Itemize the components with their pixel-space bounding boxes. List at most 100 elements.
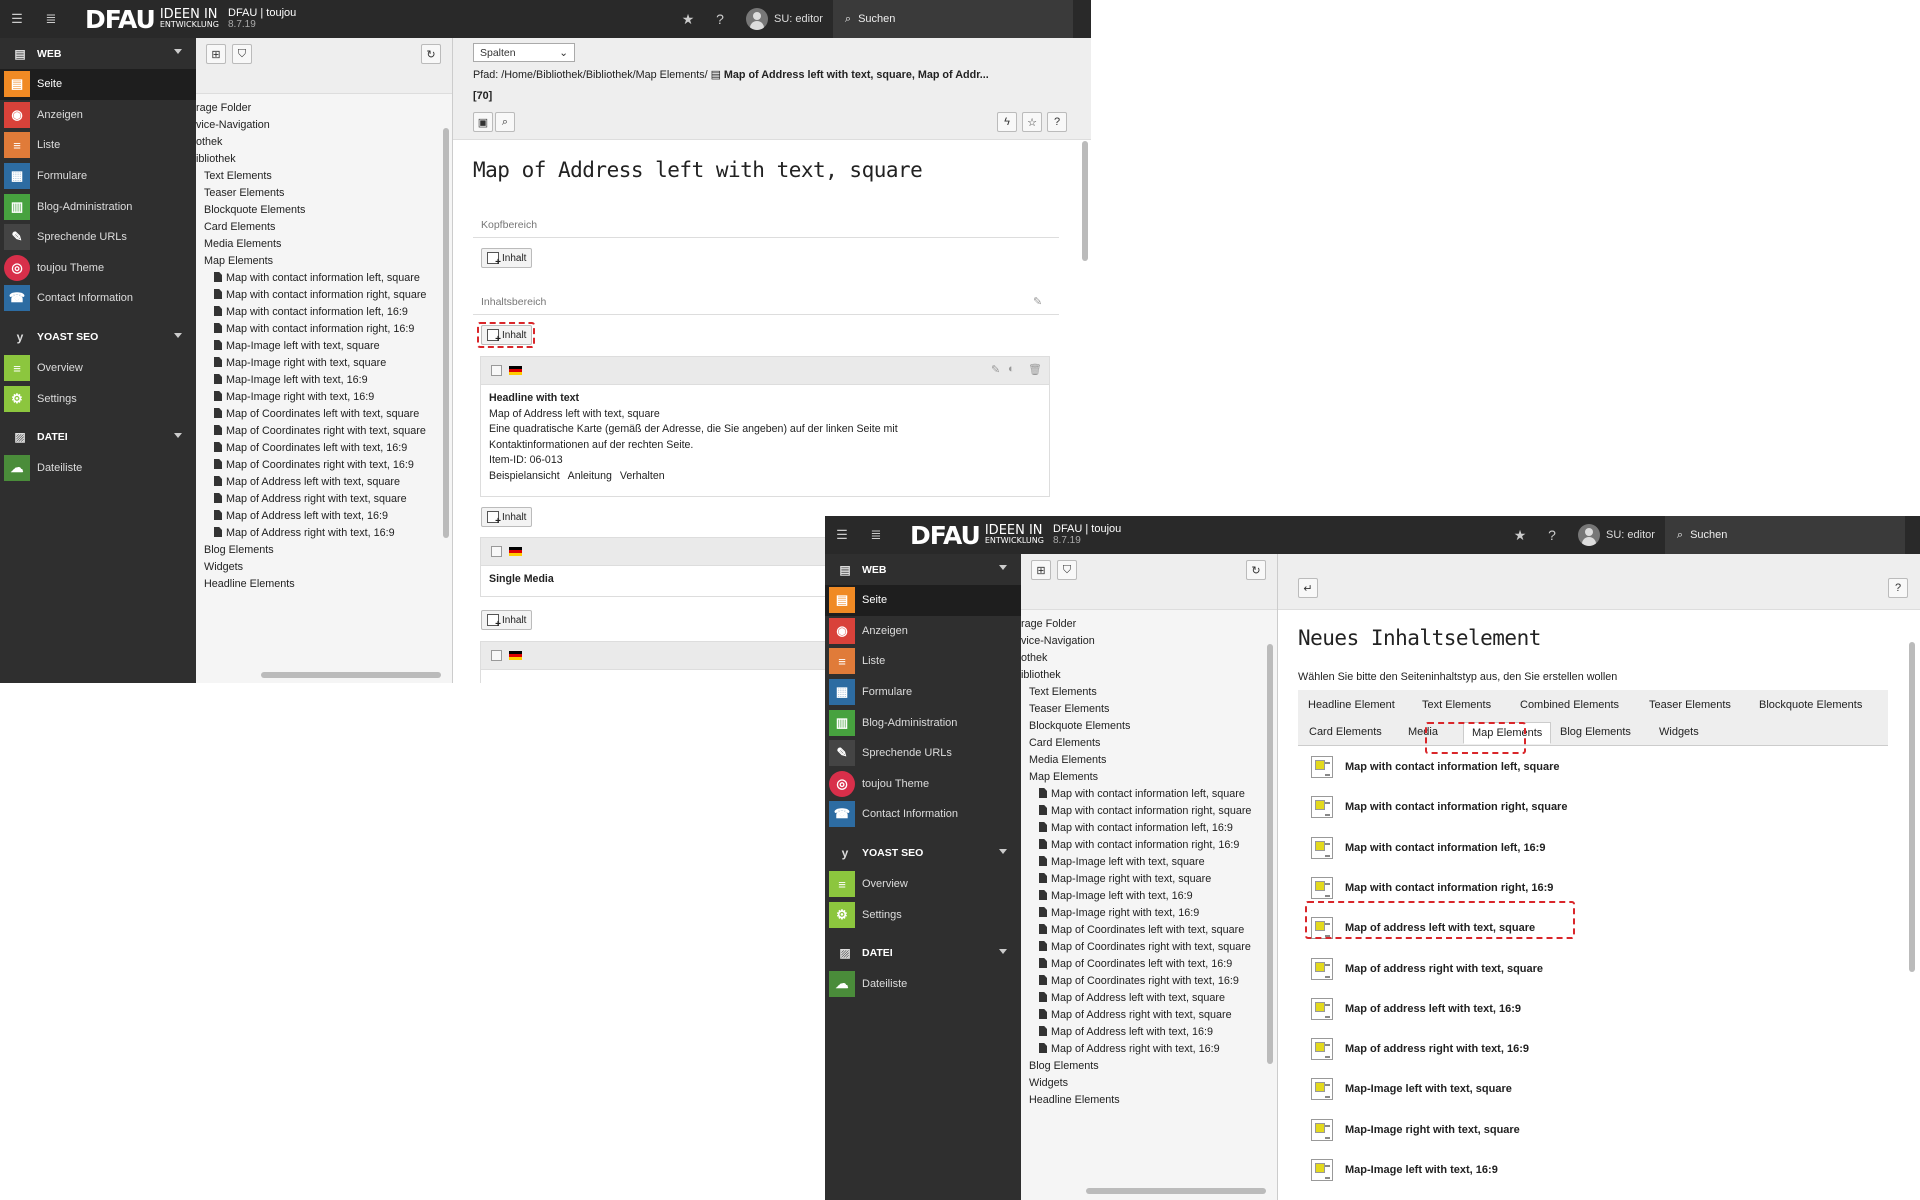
- tree-node[interactable]: Map-Image left with text, 16:9: [1021, 888, 1277, 905]
- module-theme[interactable]: ◎ toujou Theme: [0, 253, 196, 284]
- module-seite[interactable]: ▤ Seite: [825, 585, 1021, 616]
- tree-node[interactable]: Map Elements: [1021, 769, 1277, 786]
- tree-node[interactable]: Blog Elements: [1021, 1058, 1277, 1075]
- group-datei[interactable]: ▨ DATEI: [0, 422, 196, 453]
- tree-node[interactable]: Text Elements: [1021, 684, 1277, 701]
- tree-node[interactable]: Widgets: [196, 559, 452, 576]
- module-blog[interactable]: ▥ Blog-Administration: [0, 191, 196, 222]
- toggle-icon[interactable]: ◐: [1008, 363, 1015, 375]
- tab-card-elements[interactable]: Card Elements: [1309, 726, 1382, 738]
- module-contact[interactable]: ☎ Contact Information: [825, 799, 1021, 830]
- group-web[interactable]: ▤ WEB: [825, 554, 1021, 585]
- new-page-icon[interactable]: ⊞: [1031, 560, 1051, 580]
- tree-node[interactable]: Map-Image right with text, square: [1021, 871, 1277, 888]
- delete-icon[interactable]: 🗑: [1028, 363, 1042, 376]
- search-button[interactable]: ⌕ Suchen: [1664, 516, 1905, 554]
- tree-node[interactable]: Map of Coordinates left with text, 16:9: [196, 440, 452, 457]
- select-checkbox[interactable]: [491, 546, 502, 557]
- tree-hscrollbar[interactable]: [1086, 1188, 1266, 1194]
- tree-node[interactable]: Map with contact information left, squar…: [196, 270, 452, 287]
- content-type-item[interactable]: Map-Image left with text, 16:9: [1311, 1156, 1498, 1184]
- module-dateiliste[interactable]: ☁ Dateiliste: [825, 969, 1021, 1000]
- module-formulare[interactable]: ▦ Formulare: [825, 677, 1021, 708]
- tree-node[interactable]: Map with contact information right, squa…: [196, 287, 452, 304]
- tree-node[interactable]: Map of Coordinates right with text, 16:9: [196, 457, 452, 474]
- tree-node[interactable]: Map-Image left with text, square: [1021, 854, 1277, 871]
- select-checkbox[interactable]: [491, 650, 502, 661]
- module-formulare[interactable]: ▦ Formulare: [0, 161, 196, 192]
- content-scrollbar[interactable]: [1909, 642, 1915, 972]
- tree-node[interactable]: Map-Image right with text, 16:9: [196, 389, 452, 406]
- logo[interactable]: DFAU IDEEN IN ENTWICKLUNG: [910, 521, 1044, 550]
- tree-node[interactable]: ibliothek: [1021, 667, 1277, 684]
- tree-node[interactable]: Map with contact information left, 16:9: [196, 304, 452, 321]
- columns-select[interactable]: Spalten ⌄: [473, 43, 575, 62]
- tree-node[interactable]: othek: [196, 134, 452, 151]
- tree-node[interactable]: Map with contact information right, squa…: [1021, 803, 1277, 820]
- edit-column-icon[interactable]: ✎: [1033, 295, 1042, 308]
- tree-node[interactable]: vice-Navigation: [196, 117, 452, 134]
- tree-node[interactable]: Blog Elements: [196, 542, 452, 559]
- module-overview[interactable]: ≡ Overview: [0, 353, 196, 384]
- tree-node[interactable]: Card Elements: [196, 219, 452, 236]
- tab-headline-element[interactable]: Headline Element: [1308, 699, 1395, 711]
- tree-node[interactable]: Map of Address right with text, 16:9: [1021, 1041, 1277, 1058]
- module-anzeigen[interactable]: ◉ Anzeigen: [825, 616, 1021, 647]
- content-type-item[interactable]: Map of address right with text, square: [1311, 955, 1543, 983]
- select-checkbox[interactable]: [491, 365, 502, 376]
- help-icon[interactable]: ?: [1888, 578, 1908, 598]
- tree-toggle-icon[interactable]: ≣: [34, 0, 68, 38]
- menu-toggle-icon[interactable]: ☰: [0, 0, 34, 38]
- tree-node[interactable]: Widgets: [1021, 1075, 1277, 1092]
- module-contact[interactable]: ☎ Contact Information: [0, 283, 196, 314]
- tree-node[interactable]: Map of Address left with text, square: [196, 474, 452, 491]
- logo[interactable]: DFAU IDEEN IN ENTWICKLUNG: [85, 5, 219, 34]
- lightning-icon[interactable]: ϟ: [997, 112, 1017, 132]
- tree-node[interactable]: Headline Elements: [196, 576, 452, 593]
- tab-teaser-elements[interactable]: Teaser Elements: [1649, 699, 1731, 711]
- new-page-icon[interactable]: ⊞: [206, 44, 226, 64]
- tree-node[interactable]: Map of Address left with text, 16:9: [1021, 1024, 1277, 1041]
- tree-toggle-icon[interactable]: ≣: [859, 516, 893, 554]
- tree-node[interactable]: Headline Elements: [1021, 1092, 1277, 1109]
- module-settings[interactable]: ⚙ Settings: [0, 383, 196, 414]
- tree-node[interactable]: Map-Image right with text, 16:9: [1021, 905, 1277, 922]
- link-beispiel[interactable]: Beispielansicht: [489, 470, 560, 482]
- tree-node[interactable]: Map of Address right with text, square: [1021, 1007, 1277, 1024]
- search-icon[interactable]: ⌕: [495, 112, 515, 132]
- tree-node[interactable]: vice-Navigation: [1021, 633, 1277, 650]
- tree-node[interactable]: ibliothek: [196, 151, 452, 168]
- content-type-item[interactable]: Map of address left with text, 16:9: [1311, 995, 1521, 1023]
- module-settings[interactable]: ⚙ Settings: [825, 899, 1021, 930]
- edit-icon[interactable]: ✎: [991, 363, 1000, 376]
- link-anleitung[interactable]: Anleitung: [568, 470, 612, 482]
- user-menu[interactable]: SU: editor: [1568, 516, 1665, 554]
- tree-node[interactable]: Map with contact information right, 16:9: [196, 321, 452, 338]
- bookmark-star-icon[interactable]: ★: [672, 11, 704, 28]
- module-theme[interactable]: ◎ toujou Theme: [825, 769, 1021, 800]
- tree-node[interactable]: Map with contact information left, 16:9: [1021, 820, 1277, 837]
- tree-node[interactable]: Map of Coordinates left with text, 16:9: [1021, 956, 1277, 973]
- content-type-item[interactable]: Map-Image left with text, square: [1311, 1075, 1512, 1103]
- content-type-item[interactable]: Map-Image right with text, square: [1311, 1116, 1520, 1144]
- tab-combined-elements[interactable]: Combined Elements: [1520, 699, 1619, 711]
- back-icon[interactable]: ↵: [1298, 578, 1318, 598]
- tree-node[interactable]: othek: [1021, 650, 1277, 667]
- help-icon[interactable]: ?: [1047, 112, 1067, 132]
- tree-node[interactable]: Map of Coordinates left with text, squar…: [196, 406, 452, 423]
- content-scrollbar[interactable]: [1082, 141, 1088, 261]
- content-type-item[interactable]: Map with contact information left, 16:9: [1311, 834, 1545, 862]
- tab-blockquote-elements[interactable]: Blockquote Elements: [1759, 699, 1862, 711]
- module-overview[interactable]: ≡ Overview: [825, 869, 1021, 900]
- tab-text-elements[interactable]: Text Elements: [1422, 699, 1491, 711]
- add-content-button[interactable]: Inhalt: [481, 507, 533, 527]
- tree-node[interactable]: Map Elements: [196, 253, 452, 270]
- group-datei[interactable]: ▨ DATEI: [825, 938, 1021, 969]
- view-icon[interactable]: ▣: [473, 112, 493, 132]
- tree-node[interactable]: Blockquote Elements: [1021, 718, 1277, 735]
- module-urls[interactable]: ✎ Sprechende URLs: [825, 738, 1021, 769]
- tree-node[interactable]: Map of Address left with text, square: [1021, 990, 1277, 1007]
- content-type-item[interactable]: Map with contact information right, squa…: [1311, 793, 1567, 821]
- help-icon[interactable]: ?: [1536, 527, 1568, 543]
- tree-node[interactable]: Teaser Elements: [1021, 701, 1277, 718]
